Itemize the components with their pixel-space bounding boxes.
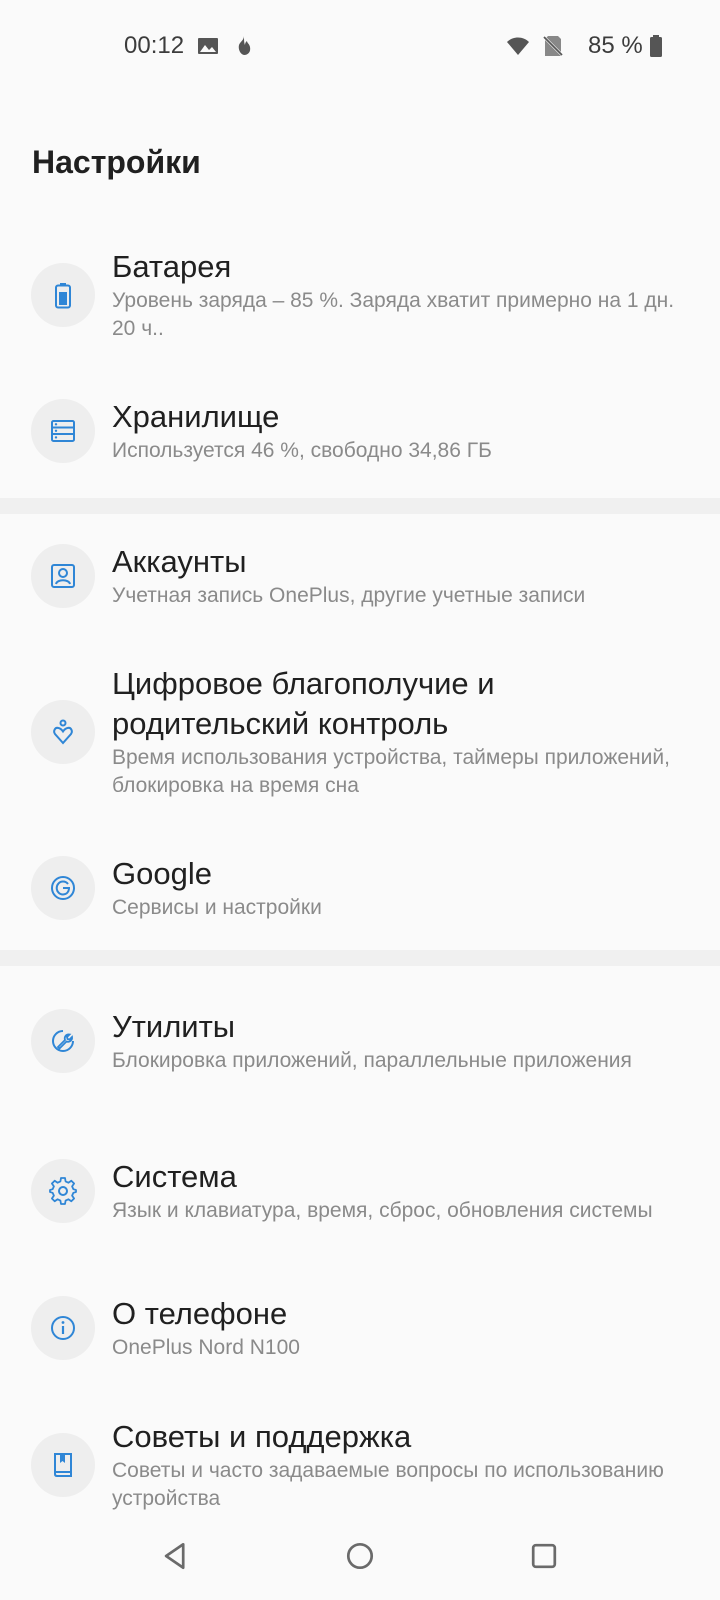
wellbeing-icon: [31, 700, 95, 764]
settings-item-system[interactable]: Система Язык и клавиатура, время, сброс,…: [0, 1116, 720, 1266]
item-subtitle: Язык и клавиатура, время, сброс, обновле…: [112, 1199, 653, 1222]
no-sim-icon: [541, 34, 565, 58]
settings-item-digital-wellbeing[interactable]: Цифровое благополучие и родительский кон…: [0, 638, 720, 826]
status-bar: 00:12 85 %: [0, 0, 720, 96]
settings-item-utilities[interactable]: Утилиты Блокировка приложений, параллель…: [0, 966, 720, 1116]
item-subtitle: OnePlus Nord N100: [112, 1336, 300, 1359]
google-icon: [31, 856, 95, 920]
status-time: 00:12: [124, 32, 185, 59]
item-subtitle: Учетная запись OnePlus, другие учетные з…: [112, 584, 586, 607]
section-divider: [0, 950, 720, 966]
back-icon[interactable]: [154, 1534, 198, 1578]
item-title: Цифровое благополучие и родительский кон…: [112, 666, 495, 741]
item-subtitle: Сервисы и настройки: [112, 896, 322, 919]
item-subtitle: Советы и часто задаваемые вопросы по исп…: [112, 1459, 664, 1510]
settings-item-google[interactable]: Google Сервисы и настройки: [0, 826, 720, 950]
gear-icon: [31, 1159, 95, 1223]
recents-icon[interactable]: [522, 1534, 566, 1578]
settings-item-storage[interactable]: Хранилище Используется 46 %, свободно 34…: [0, 364, 720, 498]
item-subtitle: Блокировка приложений, параллельные прил…: [112, 1049, 632, 1072]
fire-icon: [232, 34, 256, 58]
settings-item-accounts[interactable]: Аккаунты Учетная запись OnePlus, другие …: [0, 514, 720, 638]
item-title: Хранилище: [112, 399, 280, 434]
item-title: Google: [112, 856, 212, 891]
item-title: Аккаунты: [112, 544, 247, 579]
info-icon: [31, 1296, 95, 1360]
storage-icon: [31, 399, 95, 463]
item-title: Утилиты: [112, 1009, 236, 1044]
battery-icon: [31, 263, 95, 327]
item-title: О телефоне: [112, 1296, 288, 1331]
settings-list[interactable]: Батарея Уровень заряда – 85 %. Заряда хв…: [0, 226, 720, 1514]
wifi-icon: [506, 34, 530, 58]
home-icon[interactable]: [338, 1534, 382, 1578]
item-title: Батарея: [112, 249, 232, 284]
item-subtitle: Уровень заряда – 85 %. Заряда хватит при…: [112, 289, 675, 340]
settings-item-about-phone[interactable]: О телефоне OnePlus Nord N100: [0, 1266, 720, 1390]
battery-percent: 85 %: [588, 32, 643, 59]
section-divider: [0, 498, 720, 514]
item-title: Система: [112, 1159, 237, 1194]
battery-icon: [644, 34, 668, 58]
navigation-bar: [0, 1514, 720, 1600]
page-title: Настройки: [32, 144, 201, 180]
item-subtitle: Время использования устройства, таймеры …: [112, 746, 670, 797]
utilities-icon: [31, 1009, 95, 1073]
account-icon: [31, 544, 95, 608]
book-icon: [31, 1433, 95, 1497]
settings-item-battery[interactable]: Батарея Уровень заряда – 85 %. Заряда хв…: [0, 226, 720, 364]
settings-item-tips-support[interactable]: Советы и поддержка Советы и часто задава…: [0, 1390, 720, 1514]
item-subtitle: Используется 46 %, свободно 34,86 ГБ: [112, 439, 492, 462]
image-icon: [196, 34, 220, 58]
item-title: Советы и поддержка: [112, 1419, 412, 1454]
